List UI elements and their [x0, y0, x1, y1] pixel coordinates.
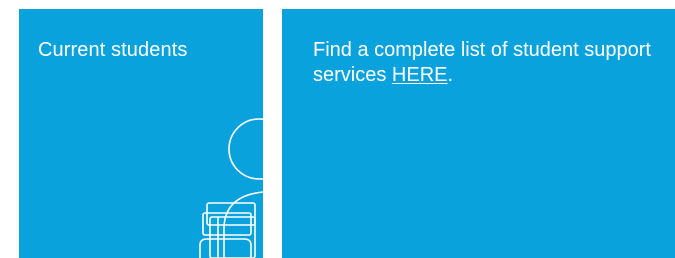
support-text-lead: Find a complete list of student support …: [313, 39, 651, 86]
support-services-text: Find a complete list of student support …: [313, 38, 663, 88]
tile-title: Current students: [38, 39, 188, 61]
current-students-tile[interactable]: Current students: [19, 9, 263, 258]
support-services-tile: Find a complete list of student support …: [282, 9, 675, 258]
student-with-books-icon: [199, 118, 263, 258]
support-text-end: .: [447, 64, 454, 86]
here-link[interactable]: HERE: [392, 64, 448, 86]
